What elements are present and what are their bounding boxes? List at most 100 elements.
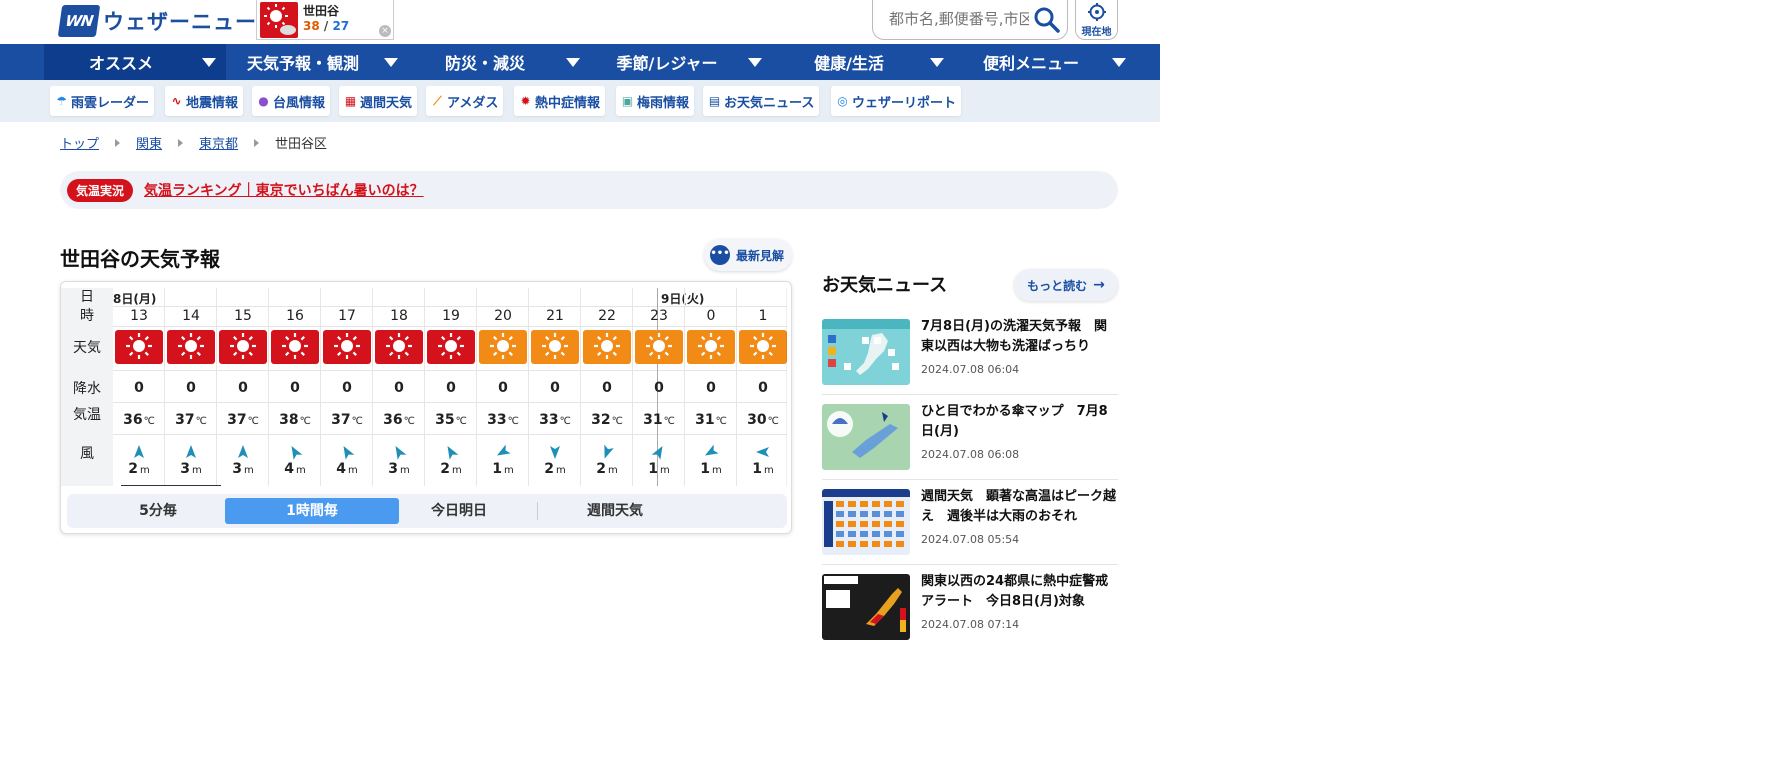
wind-cell: 4m	[321, 460, 373, 478]
news-thumbnail	[822, 489, 910, 555]
subnav-typhoon[interactable]: ● 台風情報	[252, 86, 331, 116]
wind-direction-icon	[737, 444, 787, 460]
news-item[interactable]: 関東以西の24都県に熱中症警戒アラート 今日8日(月)対象 2024.07.08…	[822, 570, 1118, 650]
nav-item-season[interactable]: 季節/レジャー	[590, 44, 772, 80]
wind-direction-icon	[217, 444, 269, 460]
breadcrumb-link-tokyo[interactable]: 東京都	[199, 133, 238, 152]
sub-nav: ☂ 雨雲レーダー ∿ 地震情報 ● 台風情報 ▦ 週間天気 ⟋ アメダス ✹ 熱中症情報 ▣…	[0, 80, 1160, 122]
temp-unit: ℃	[143, 416, 155, 427]
wind-unit: m	[400, 465, 410, 476]
forecast-column: 16 0 38℃ 4 m	[269, 288, 321, 486]
subnav-rain-radar[interactable]: ☂ 雨雲レーダー	[50, 86, 155, 116]
temp-cell: 36℃	[373, 410, 425, 430]
news-item[interactable]: ひと目でわかる傘マップ 7月8日(月) 2024.07.08 06:08	[822, 400, 1118, 480]
subnav-weekly[interactable]: ▦ 週間天気	[339, 86, 418, 116]
current-location-button[interactable]: 現在地	[1075, 0, 1118, 40]
forecast-column: 0 0 31℃ 1 m	[685, 288, 737, 486]
temp-cell: 31℃	[633, 410, 685, 430]
temp-unit: ℃	[195, 416, 207, 427]
wind-cell: 3m	[373, 460, 425, 478]
sun-icon	[427, 330, 475, 364]
rain-cell: 0	[498, 380, 508, 396]
close-icon[interactable]: ×	[379, 25, 391, 37]
temp-unit: ℃	[559, 416, 571, 427]
forecast-column: 19 0 35℃ 2 m	[425, 288, 477, 486]
nav-item-health[interactable]: 健康/生活	[772, 44, 954, 80]
search-button[interactable]	[1033, 6, 1061, 34]
temp-value: 36	[123, 412, 143, 428]
tab-today-tomorrow[interactable]: 今日明日	[372, 498, 546, 524]
forecast-column: 22 0 32℃ 2 m	[581, 288, 633, 486]
mini-weather-widget[interactable]: 世田谷 38 / 27 ×	[256, 0, 394, 40]
read-more-button[interactable]: もっと読む →	[1014, 269, 1118, 301]
scroll-shade	[786, 288, 787, 486]
scroll-indicator[interactable]	[121, 485, 221, 486]
tab-weekly[interactable]: 週間天気	[528, 498, 702, 524]
wind-speed: 4	[336, 461, 346, 477]
tab-5min[interactable]: 5分毎	[71, 498, 245, 524]
nav-item-disaster[interactable]: 防災・減災	[408, 44, 590, 80]
hour-cell: 22	[598, 308, 616, 324]
temp-unit: ℃	[611, 416, 623, 427]
search-input[interactable]	[889, 8, 1029, 30]
hour-cell: 0	[706, 308, 716, 324]
row-label-rain: 降水	[61, 370, 113, 402]
news-section-title: お天気ニュース	[822, 275, 948, 296]
read-more-label: もっと読む	[1027, 278, 1088, 293]
news-item[interactable]: 週間天気 顕著な高温はピーク越え 週後半は大雨のおそれ 2024.07.08 0…	[822, 485, 1118, 565]
hour-cell: 17	[338, 308, 356, 324]
subnav-label: ウェザーリポート	[852, 95, 957, 111]
subnav-earthquake[interactable]: ∿ 地震情報	[165, 86, 244, 116]
temp-unit: ℃	[507, 416, 519, 427]
forecast-grid[interactable]: 日 時 天気 降水 気温 風 8日(月) 9日(火) 13 0 36℃ 2 m 14 0 37…	[61, 288, 787, 486]
temp-unit: ℃	[455, 416, 467, 427]
breadcrumb-link-top[interactable]: トップ	[60, 133, 99, 152]
nav-item-menu[interactable]: 便利メニュー	[954, 44, 1136, 80]
news-headline: ひと目でわかる傘マップ 7月8日(月)	[921, 404, 1108, 439]
mini-min-temp: 27	[332, 19, 350, 33]
subnav-news[interactable]: ▤ お天気ニュース	[703, 86, 820, 116]
news-icon: ▤	[708, 93, 721, 108]
news-thumbnail	[822, 574, 910, 640]
nav-item-forecast[interactable]: 天気予報・観測	[226, 44, 408, 80]
subnav-heatstroke[interactable]: ✹ 熱中症情報	[514, 86, 606, 116]
logo-text: ウェザーニュース	[103, 10, 278, 34]
temp-cell: 37℃	[165, 410, 217, 430]
row-label-temp: 気温	[61, 402, 113, 434]
latest-view-button[interactable]: ••• 最新見解	[704, 239, 792, 271]
wind-cell: 1m	[477, 460, 529, 478]
subnav-report[interactable]: ◎ ウェザーリポート	[831, 86, 962, 116]
wind-speed: 4	[284, 461, 294, 477]
wind-cell: 1m	[685, 460, 737, 478]
wind-direction-icon	[529, 444, 581, 460]
temp-value: 31	[695, 412, 715, 428]
wind-direction-icon	[165, 444, 217, 460]
site-logo[interactable]: WN ウェザーニュース	[57, 4, 278, 38]
wind-direction-icon	[633, 444, 685, 460]
wind-direction-icon	[477, 444, 529, 460]
news-item[interactable]: 7月8日(月)の洗濯天気予報 関東以西は大物も洗濯ばっちり 2024.07.08…	[822, 315, 1118, 395]
subnav-amedas[interactable]: ⟋ アメダス	[426, 86, 504, 116]
hour-cell: 13	[130, 308, 148, 324]
rainy-season-icon: ▣	[621, 93, 634, 108]
sun-icon	[323, 330, 371, 364]
wind-speed: 3	[232, 461, 242, 477]
site-header: WN ウェザーニュース 世田谷 38 / 27 × 都市名,郵便番号,市区町村 …	[0, 0, 1160, 44]
temperature-alert-bar: 気温実況 気温ランキング｜東京でいちばん暑いのは？	[60, 171, 1118, 209]
forecast-column: 13 0 36℃ 2 m	[113, 288, 165, 486]
nav-item-recommended[interactable]: オススメ	[44, 44, 226, 80]
temp-cell: 33℃	[529, 410, 581, 430]
current-location-label: 現在地	[1081, 27, 1112, 38]
sun-icon	[583, 330, 631, 364]
nav-item-label: 防災・減災	[444, 54, 525, 73]
sun-icon	[219, 330, 267, 364]
breadcrumb-link-kanto[interactable]: 関東	[136, 133, 162, 152]
alert-link[interactable]: 気温ランキング｜東京でいちばん暑いのは？	[144, 180, 424, 200]
chevron-down-icon	[930, 58, 944, 67]
temp-value: 37	[331, 412, 351, 428]
subnav-rainy-season[interactable]: ▣ 梅雨情報	[616, 86, 695, 116]
subnav-label: 熱中症情報	[535, 95, 601, 111]
forecast-column: 14 0 37℃ 3 m	[165, 288, 217, 486]
seismic-wave-icon: ∿	[171, 93, 182, 108]
search-icon	[1034, 7, 1060, 33]
